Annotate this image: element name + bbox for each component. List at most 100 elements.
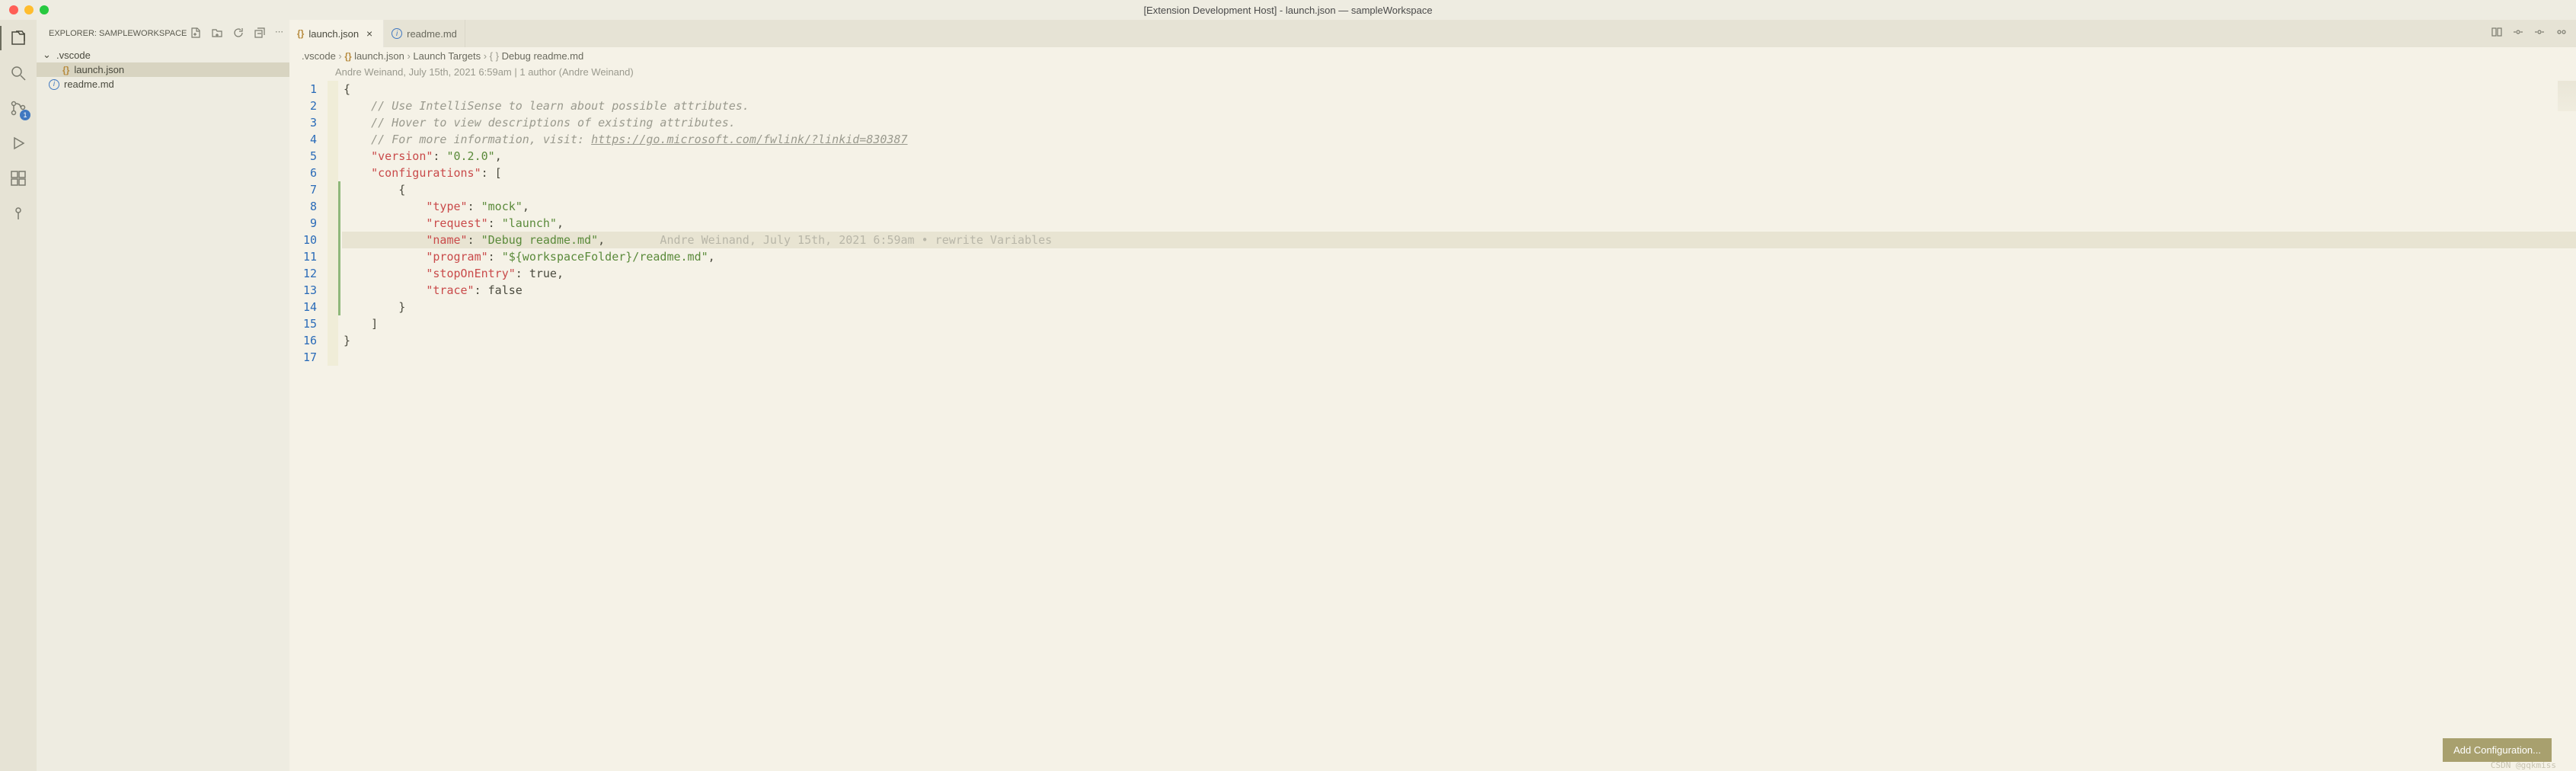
source-control-icon[interactable]: 1 (8, 98, 29, 119)
tab-label: readme.md (407, 28, 457, 40)
code-content: "type": "mock", (342, 198, 2576, 215)
breadcrumb-separator: › (481, 50, 490, 62)
code-line[interactable]: 13 "trace": false (289, 282, 2576, 299)
diff-prev-icon[interactable] (2512, 26, 2524, 42)
diff-gutter (338, 165, 340, 181)
readme-file-icon: i (49, 79, 59, 90)
editor[interactable]: 1{2 // Use IntelliSense to learn about p… (289, 81, 2576, 771)
code-line[interactable]: 3 // Hover to view descriptions of exist… (289, 114, 2576, 131)
sidebar-title: EXPLORER: SAMPLEWORKSPACE (49, 29, 187, 38)
collapse-all-icon[interactable] (254, 27, 266, 41)
fold-gutter (328, 81, 338, 98)
line-number: 14 (289, 299, 328, 315)
breadcrumbs[interactable]: .vscode › {} launch.json › Launch Target… (289, 47, 2576, 65)
code-content: "name": "Debug readme.md", Andre Weinand… (342, 232, 2576, 248)
diff-next-icon[interactable] (2533, 26, 2546, 42)
code-line[interactable]: 4 // For more information, visit: https:… (289, 131, 2576, 148)
breadcrumb-separator: › (404, 50, 414, 62)
line-number: 9 (289, 215, 328, 232)
code-content: "request": "launch", (342, 215, 2576, 232)
git-lens-icon[interactable] (8, 203, 29, 224)
diff-added-marker (338, 299, 340, 315)
code-line[interactable]: 1{ (289, 81, 2576, 98)
refresh-icon[interactable] (232, 27, 244, 41)
json-file-icon: {} (344, 51, 354, 62)
minimap[interactable] (2558, 81, 2576, 111)
code-content: "program": "${workspaceFolder}/readme.md… (342, 248, 2576, 265)
breadcrumb-segment[interactable]: Launch Targets (413, 50, 481, 62)
breadcrumb-segment[interactable]: launch.json (354, 50, 404, 62)
tab-readme-md[interactable]: ireadme.md (384, 20, 465, 47)
fold-gutter (328, 248, 338, 265)
extensions-icon[interactable] (8, 168, 29, 189)
line-number: 4 (289, 131, 328, 148)
line-number: 3 (289, 114, 328, 131)
blame-header: Andre Weinand, July 15th, 2021 6:59am | … (289, 65, 2576, 81)
fold-gutter (328, 299, 338, 315)
debug-icon[interactable] (8, 133, 29, 154)
code-content: // For more information, visit: https://… (342, 131, 2576, 148)
line-number: 6 (289, 165, 328, 181)
diff-gutter (338, 98, 340, 114)
line-number: 17 (289, 349, 328, 366)
diff-added-marker (338, 248, 340, 265)
tree-item-launch-json[interactable]: {} launch.json (37, 62, 289, 77)
code-line[interactable]: 9 "request": "launch", (289, 215, 2576, 232)
tree-item-label: launch.json (74, 64, 124, 75)
fold-gutter (328, 131, 338, 148)
code-content: "version": "0.2.0", (342, 148, 2576, 165)
diff-gutter (338, 315, 340, 332)
more-icon[interactable]: ⋯ (275, 27, 283, 41)
line-number: 8 (289, 198, 328, 215)
code-content: "configurations": [ (342, 165, 2576, 181)
breadcrumb-segment[interactable]: Debug readme.md (502, 50, 584, 62)
code-line[interactable]: 6 "configurations": [ (289, 165, 2576, 181)
folder-header[interactable]: ⌄ .vscode (37, 47, 289, 62)
maximize-window-button[interactable] (40, 5, 49, 14)
line-number: 15 (289, 315, 328, 332)
close-tab-icon[interactable]: × (363, 27, 376, 40)
code-line[interactable]: 17 (289, 349, 2576, 366)
new-file-icon[interactable] (190, 27, 202, 41)
close-window-button[interactable] (9, 5, 18, 14)
split-icon[interactable] (2555, 26, 2567, 42)
code-line[interactable]: 8 "type": "mock", (289, 198, 2576, 215)
fold-gutter (328, 98, 338, 114)
fold-gutter (328, 148, 338, 165)
code-line[interactable]: 7 { (289, 181, 2576, 198)
scm-badge: 1 (20, 110, 30, 120)
code-line[interactable]: 12 "stopOnEntry": true, (289, 265, 2576, 282)
code-line[interactable]: 14 } (289, 299, 2576, 315)
diff-gutter (338, 114, 340, 131)
tab-label: launch.json (308, 28, 359, 40)
fold-gutter (328, 282, 338, 299)
code-line[interactable]: 5 "version": "0.2.0", (289, 148, 2576, 165)
code-line[interactable]: 16} (289, 332, 2576, 349)
code-content (342, 349, 2576, 366)
fold-gutter (328, 265, 338, 282)
minimize-window-button[interactable] (24, 5, 34, 14)
compare-icon[interactable] (2491, 26, 2503, 42)
explorer-icon[interactable] (8, 27, 29, 49)
code-line[interactable]: 11 "program": "${workspaceFolder}/readme… (289, 248, 2576, 265)
new-folder-icon[interactable] (211, 27, 223, 41)
diff-added-marker (338, 232, 340, 248)
search-icon[interactable] (8, 62, 29, 84)
line-number: 7 (289, 181, 328, 198)
code-line[interactable]: 15 ] (289, 315, 2576, 332)
code-line[interactable]: 10 "name": "Debug readme.md", Andre Wein… (289, 232, 2576, 248)
tree-item-readme-md[interactable]: ireadme.md (37, 77, 289, 91)
editor-area: {}launch.json×ireadme.md .vscode › {} la… (289, 20, 2576, 771)
tab-bar: {} launch.json × ireadme.md (289, 20, 2576, 47)
json-file-icon: {} (62, 65, 69, 75)
diff-gutter (338, 148, 340, 165)
line-number: 11 (289, 248, 328, 265)
fold-gutter (328, 215, 338, 232)
breadcrumb-segment[interactable]: .vscode (302, 50, 336, 62)
json-file-icon: {} (297, 28, 304, 39)
breadcrumb-separator: › (336, 50, 345, 62)
code-content: // Hover to view descriptions of existin… (342, 114, 2576, 131)
tab-launch-json[interactable]: {} launch.json × (289, 20, 384, 47)
folder-label: .vscode (56, 50, 91, 61)
code-line[interactable]: 2 // Use IntelliSense to learn about pos… (289, 98, 2576, 114)
